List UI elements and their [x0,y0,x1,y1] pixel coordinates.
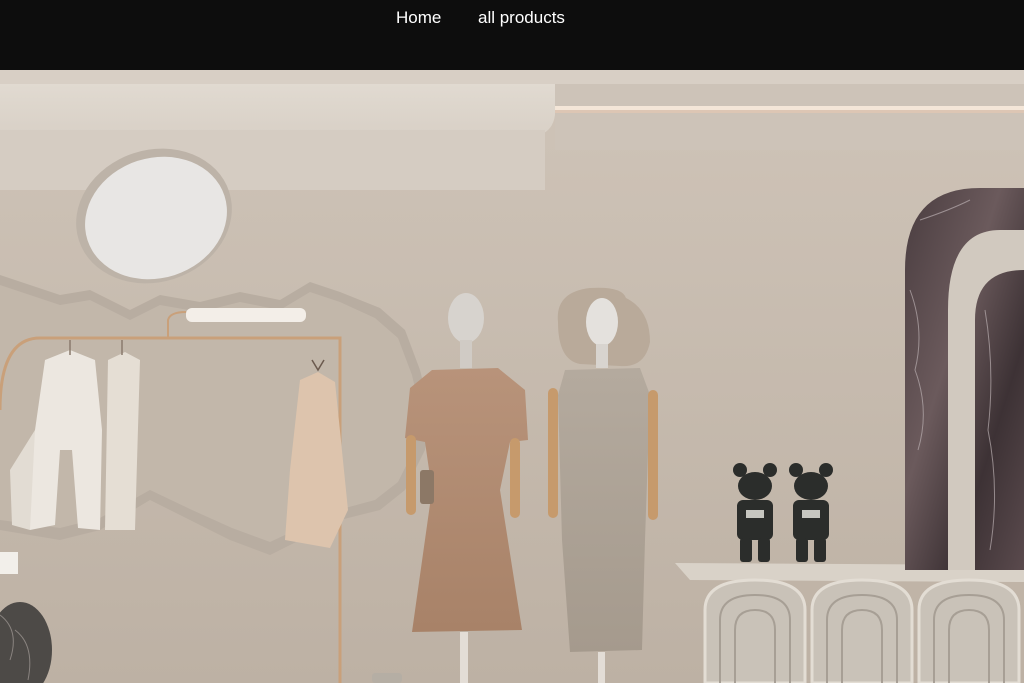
top-navbar: Home all products [0,0,1024,70]
boutique-showroom-image [0,70,1024,683]
nav-home-link[interactable]: Home [396,8,441,28]
nav-all-products-link[interactable]: all products [478,8,565,28]
hero-banner [0,70,1024,683]
